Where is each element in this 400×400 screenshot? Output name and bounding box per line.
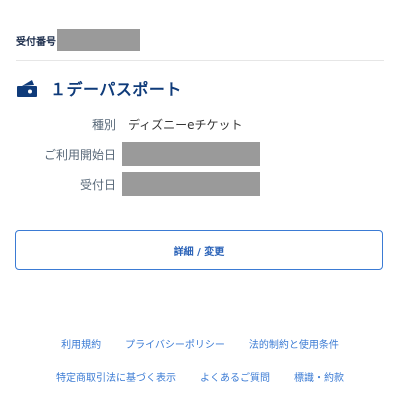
ticket-type-value: ディズニーeチケット [128,117,243,132]
receipt-number-row: 受付番号 [16,28,140,52]
ticket-icon [16,78,38,98]
commerce-act-link[interactable]: 特定商取引法に基づく表示 [56,369,176,384]
legal-terms-link[interactable]: 法的制約と使用条件 [249,336,339,351]
accept-date-label: 受付日 [79,177,116,192]
accept-date-row: 受付日 [16,171,384,197]
start-date-row: ご利用開始日 [16,141,384,167]
accept-date-redacted [122,172,260,196]
receipt-number-redacted [57,29,140,51]
ticket-title: １デーパスポート [50,80,182,99]
footer-links-row-2: 特定商取引法に基づく表示 よくあるご質問 標識・約款 [0,369,400,384]
ticket-type-label: 種別 [91,117,116,132]
terms-link[interactable]: 利用規約 [61,336,101,351]
footer-links-row-1: 利用規約 プライバシーポリシー 法的制約と使用条件 [0,336,400,351]
faq-link[interactable]: よくあるご質問 [200,369,270,384]
privacy-policy-link[interactable]: プライバシーポリシー [125,336,225,351]
divider [16,60,384,61]
ticket-type-row: 種別 ディズニーeチケット [16,111,384,137]
start-date-label: ご利用開始日 [43,147,116,162]
start-date-redacted [122,142,260,166]
signs-terms-link[interactable]: 標識・約款 [294,369,344,384]
ticket-heading: １デーパスポート [16,76,182,100]
details-change-button[interactable]: 詳細 / 変更 [15,230,383,270]
receipt-number-label: 受付番号 [16,36,56,48]
